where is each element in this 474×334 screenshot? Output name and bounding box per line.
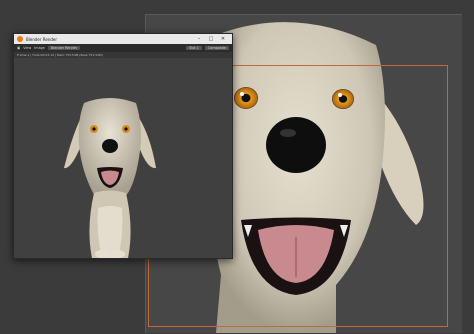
slot-select[interactable]: Slot 1 — [186, 46, 202, 50]
dog-render-image — [64, 98, 156, 258]
minimize-icon[interactable]: – — [193, 36, 205, 42]
editor-type-icon[interactable]: ▣ — [17, 46, 20, 50]
render-result-area[interactable] — [14, 58, 232, 258]
window-title: Blender Render — [26, 36, 58, 42]
close-icon[interactable]: ✕ — [217, 36, 229, 42]
composite-select[interactable]: Composite — [204, 46, 229, 50]
render-window[interactable]: Blender Render – □ ✕ ▣ View Image Blende… — [13, 33, 233, 259]
blender-logo-icon — [17, 36, 23, 42]
image-menu[interactable]: Image — [34, 46, 45, 50]
render-window-titlebar[interactable]: Blender Render – □ ✕ — [14, 34, 232, 44]
image-editor-toolbar: ▣ View Image Blender Render Slot 1 Compo… — [14, 44, 232, 52]
maximize-icon[interactable]: □ — [205, 36, 217, 42]
layer-select[interactable]: Blender Render — [47, 46, 81, 50]
view-menu[interactable]: View — [23, 46, 31, 50]
